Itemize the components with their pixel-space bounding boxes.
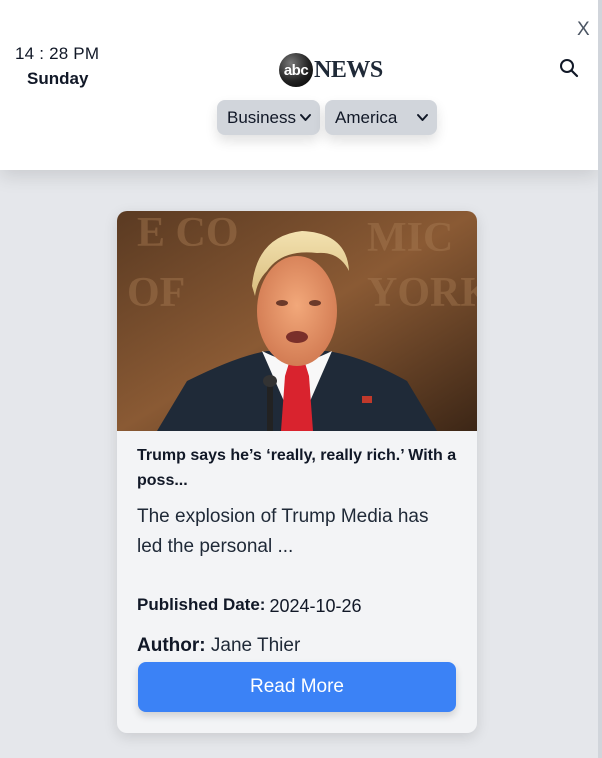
article-title[interactable]: Trump says he’s ‘really, really rich.’ W… <box>137 443 457 493</box>
svg-text:OF: OF <box>127 270 185 316</box>
svg-text:YORK: YORK <box>367 270 477 316</box>
article-image: E CO MIC OF YORK <box>117 211 477 431</box>
country-select[interactable]: America <box>325 100 437 135</box>
scrollbar[interactable] <box>598 0 602 758</box>
header: 14 : 28 PM Sunday abc NEWS X Business Am… <box>0 0 598 170</box>
news-logo-text: NEWS <box>314 56 383 83</box>
clock-time: 14 : 28 PM <box>15 44 100 63</box>
abc-logo-circle: abc <box>279 53 313 87</box>
country-select-value: America <box>335 107 398 127</box>
svg-text:MIC: MIC <box>367 215 453 261</box>
read-more-button[interactable]: Read More <box>138 662 456 712</box>
chevron-down-icon <box>300 114 311 121</box>
published-date-label: Published Date: <box>137 595 266 614</box>
news-card: E CO MIC OF YORK Trump says he’s ‘really… <box>117 211 477 733</box>
author-label: Author: <box>137 635 206 656</box>
abc-news-logo[interactable]: abc NEWS <box>279 53 383 87</box>
svg-text:E CO: E CO <box>137 211 239 256</box>
article-description: The explosion of Trump Media has led the… <box>137 506 429 557</box>
clock-day: Sunday <box>27 69 89 88</box>
close-button[interactable]: X <box>577 19 590 41</box>
author-value: Jane Thier <box>210 635 301 656</box>
published-date-row: Published Date: 2024-10-26 <box>137 594 362 616</box>
author-row: Author: Jane Thier <box>137 635 300 657</box>
search-icon[interactable] <box>559 58 579 78</box>
category-select-value: Business <box>227 107 296 127</box>
chevron-down-icon <box>417 114 428 121</box>
published-date-value: 2024-10-26 <box>269 596 362 616</box>
category-select[interactable]: Business <box>217 100 320 135</box>
